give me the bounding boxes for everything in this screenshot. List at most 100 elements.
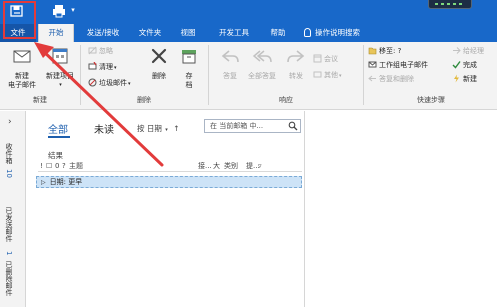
sent-label: 已发送邮件 — [5, 207, 13, 242]
col-importance[interactable]: ! — [40, 160, 43, 172]
date-group-row[interactable]: ▷ 日期: 更早 — [36, 176, 302, 188]
new-items-label: 新建项目 — [46, 72, 74, 80]
new-items-button[interactable]: 新建项目 ▾ — [42, 45, 78, 90]
expand-group-icon[interactable]: ▷ — [41, 179, 46, 186]
customize-qat-icon[interactable]: ▾ — [69, 5, 77, 15]
nav-sent[interactable]: 已发送邮件 — [4, 207, 14, 242]
delete-button[interactable]: 删除 — [146, 45, 172, 81]
junk-icon — [88, 78, 97, 87]
quickstep-manager[interactable]: 给经理 — [452, 46, 484, 57]
sort-direction-icon[interactable]: ↑ — [173, 124, 179, 133]
archive-button[interactable]: 存 档 — [176, 45, 202, 90]
more-respond-label: 其他 — [324, 71, 338, 79]
clean-up-dropdown-icon: ▾ — [114, 65, 117, 71]
filter-active-indicator — [48, 136, 70, 138]
group-separator — [80, 45, 81, 105]
move-to-label: 移至: ? — [379, 47, 402, 55]
tell-me-label: 操作说明搜索 — [315, 28, 360, 37]
reply-all-icon — [252, 50, 272, 63]
forward-label: 转发 — [289, 72, 303, 80]
junk-label: 垃圾邮件 — [99, 79, 127, 87]
expand-folder-pane-icon[interactable]: › — [8, 117, 12, 127]
col-size[interactable]: 大 — [213, 160, 220, 172]
title-bar: ▾ — [0, 0, 497, 24]
search-icon[interactable] — [288, 121, 298, 131]
more-respond-button[interactable]: 其他▾ — [313, 70, 342, 81]
ribbon-tabs: 文件 开始 发送/接收 文件夹 视图 开发工具 帮助 操作说明搜索 — [0, 24, 497, 42]
nav-deleted[interactable]: 1 已删除邮件 — [4, 251, 14, 296]
quickstep-reply-delete[interactable]: 答复和删除 — [368, 74, 414, 85]
col-subject[interactable]: 主题 — [69, 160, 83, 172]
deleted-label: 已删除邮件 — [5, 260, 13, 296]
reading-pane-divider[interactable] — [304, 111, 305, 307]
lightning-icon — [454, 74, 459, 83]
tab-folder[interactable]: 文件夹 — [133, 24, 167, 42]
tell-me-search[interactable]: 操作说明搜索 — [304, 24, 380, 42]
clean-up-icon — [88, 62, 97, 70]
new-items-icon — [52, 48, 68, 64]
tab-view[interactable]: 视图 — [173, 24, 203, 42]
meeting-icon — [313, 54, 322, 63]
filter-column-icon[interactable]: ▿ — [258, 160, 262, 172]
clean-up-label: 清理 — [99, 63, 113, 71]
window-thumbnail — [428, 0, 472, 9]
deleted-count: 1 — [5, 251, 13, 256]
inbox-label: 收件箱 — [5, 143, 13, 164]
reply-all-button[interactable]: 全部答复 — [245, 45, 279, 81]
meeting-button[interactable]: 会议 — [313, 54, 338, 65]
tab-home[interactable]: 开始 — [38, 24, 74, 42]
tab-help[interactable]: 帮助 — [264, 24, 292, 42]
junk-button[interactable]: 垃圾邮件▾ — [88, 78, 131, 89]
archive-icon — [182, 50, 196, 64]
new-email-label-1: 新建 — [15, 72, 29, 80]
new-email-button[interactable]: 新建 电子邮件 — [4, 45, 40, 90]
search-input[interactable]: 在 当前邮箱 中... — [204, 119, 301, 133]
col-category[interactable]: 类别 — [224, 160, 238, 172]
lightbulb-icon — [304, 28, 311, 37]
quickstep-done[interactable]: 完成 — [452, 60, 477, 71]
folder-pane-collapsed: › 收件箱 10 已发送邮件 1 已删除邮件 — [0, 111, 26, 307]
reply-all-label: 全部答复 — [248, 72, 276, 80]
column-header-row: ! ☐ 0 ? 主题 接... 大 类别 提... ▿ — [38, 160, 302, 172]
new-items-dropdown-icon: ▾ — [59, 82, 62, 88]
forward-button[interactable]: 转发 — [282, 45, 310, 81]
filter-unread[interactable]: 未读 — [94, 121, 114, 136]
clean-up-button[interactable]: 清理▾ — [88, 62, 117, 73]
filter-all[interactable]: 全部 — [48, 121, 68, 136]
ignore-button[interactable]: 忽略 — [88, 46, 113, 57]
quickstep-move-to[interactable]: 移至: ? — [368, 46, 401, 57]
quickstep-team-email[interactable]: 工作组电子邮件 — [368, 60, 428, 71]
col-attachment[interactable]: 0 — [55, 160, 59, 172]
quickstep-create-new[interactable]: 新建 — [452, 74, 477, 85]
new-email-label-2: 电子邮件 — [8, 81, 36, 89]
ignore-icon — [88, 46, 97, 55]
new-email-icon — [13, 50, 31, 63]
tab-developer[interactable]: 开发工具 — [212, 24, 256, 42]
col-from[interactable]: ? — [62, 160, 66, 172]
sort-label: 按 日期 — [137, 124, 162, 133]
create-new-label: 新建 — [463, 75, 477, 83]
ribbon: 新建 电子邮件 新建项目 ▾ 新建 忽略 清理▾ 垃圾邮件▾ 删除 存 档 删除… — [0, 42, 497, 110]
tab-send-receive[interactable]: 发送/接收 — [80, 24, 126, 42]
group-label-delete: 删除 — [137, 96, 151, 104]
more-respond-icon — [313, 71, 322, 78]
annotation-highlight-box — [3, 1, 36, 39]
folder-move-icon — [368, 47, 377, 55]
junk-dropdown-icon: ▾ — [128, 81, 131, 87]
col-received[interactable]: 接... — [198, 160, 212, 172]
archive-label: 存 — [185, 72, 193, 80]
col-icon[interactable]: ☐ — [46, 160, 52, 172]
reply-icon — [221, 50, 239, 63]
team-email-icon — [368, 61, 377, 68]
sort-dropdown[interactable]: 按 日期 ▾ ↑ — [137, 123, 179, 134]
reply-delete-label: 答复和删除 — [379, 75, 414, 83]
nav-inbox[interactable]: 收件箱 10 — [4, 143, 14, 178]
manager-label: 给经理 — [463, 47, 484, 55]
print-icon[interactable] — [51, 3, 67, 19]
group-label-new: 新建 — [33, 96, 47, 104]
reply-button[interactable]: 答复 — [216, 45, 244, 81]
sort-dropdown-icon: ▾ — [165, 127, 168, 133]
meeting-label: 会议 — [324, 55, 338, 63]
inbox-count: 10 — [5, 169, 13, 179]
delete-label: 删除 — [152, 72, 166, 80]
